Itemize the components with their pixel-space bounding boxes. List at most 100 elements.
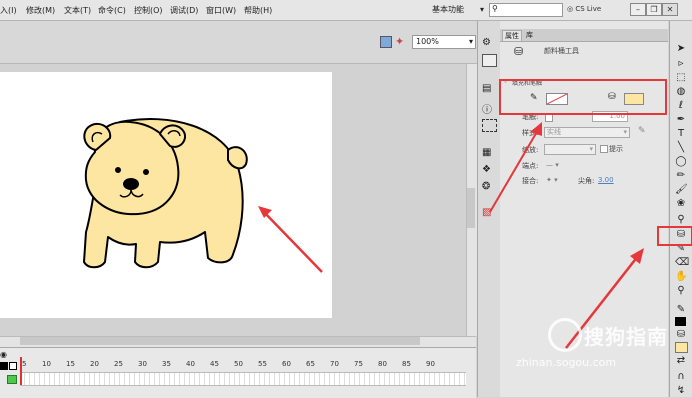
frame-number: 75 <box>354 360 363 368</box>
free-transform-tool-icon[interactable]: ⬚ <box>675 72 687 83</box>
restore-icon[interactable]: ❐ <box>646 3 662 16</box>
close-icon[interactable]: ✕ <box>662 3 678 16</box>
frame-cells[interactable] <box>20 372 466 386</box>
fill-color-tool-icon[interactable]: ⛁ <box>675 329 687 340</box>
playhead[interactable] <box>20 357 22 385</box>
properties-tabs: 属性 库 <box>500 29 668 42</box>
annotation-highlight-box <box>657 226 692 246</box>
menu-debug[interactable]: 调试(D) <box>170 5 198 16</box>
search-input[interactable]: ⚲ <box>489 3 563 17</box>
3d-rotation-tool-icon[interactable]: ◍ <box>675 86 687 97</box>
grid-icon[interactable] <box>482 54 497 67</box>
frame-number: 70 <box>330 360 339 368</box>
tab-library[interactable]: 库 <box>524 30 535 40</box>
pen-tool-icon[interactable]: ✒ <box>675 114 687 125</box>
layer-color-icon <box>7 375 17 384</box>
annotation-highlight-box <box>499 79 667 115</box>
zoom-select[interactable]: 100% ▾ <box>412 35 476 49</box>
eye-icon[interactable]: ◉ <box>0 350 7 359</box>
chevron-down-icon: ▾ <box>623 128 627 136</box>
menu-control[interactable]: 控制(O) <box>134 5 163 16</box>
chevron-down-icon: ▾ <box>479 5 484 14</box>
rectangle-tool-icon[interactable]: ◯ <box>675 156 687 167</box>
edit-stroke-style-icon[interactable]: ✎ <box>638 126 646 136</box>
line-tool-icon[interactable]: ╲ <box>675 142 687 153</box>
style-select[interactable]: 实线 ▾ <box>544 127 630 138</box>
minimize-icon[interactable]: – <box>630 3 646 16</box>
chevron-down-icon: ▾ <box>589 145 593 153</box>
tool-name: 颜料桶工具 <box>544 47 579 55</box>
brush-tool-icon[interactable]: 🖌 <box>675 184 688 195</box>
frame-number: 80 <box>378 360 387 368</box>
stroke-color-tool-icon[interactable]: ✎ <box>675 304 687 315</box>
stage[interactable] <box>0 72 332 318</box>
align-icon[interactable]: ▤ <box>482 83 495 94</box>
vertical-scroll-thumb[interactable] <box>467 188 475 228</box>
menu-insert[interactable]: 入(I) <box>0 5 17 16</box>
menu-text[interactable]: 文本(T) <box>64 5 91 16</box>
horizontal-scroll-thumb[interactable] <box>20 337 420 345</box>
stroke-color-well[interactable] <box>675 317 686 326</box>
tools-panel: ➤ ▹ ⬚ ◍ ℓ ✒ T ╲ ◯ ✏ 🖌 ❀ ⚲ ⛁ ✎ ⌫ ✋ ⚲ ✎ ⛁ … <box>669 21 692 397</box>
frame-number: 55 <box>258 360 267 368</box>
lock-icon[interactable] <box>0 362 8 370</box>
workspace-label: 基本功能 <box>432 5 464 14</box>
info-icon[interactable]: ⓘ <box>482 101 495 116</box>
subselection-tool-icon[interactable]: ▹ <box>675 58 687 69</box>
zoom-tool-icon[interactable]: ⚲ <box>675 285 687 296</box>
frame-number: 35 <box>162 360 171 368</box>
frame-number: 60 <box>282 360 291 368</box>
zoom-value: 100% <box>416 37 439 46</box>
miter-label: 尖角: <box>578 177 595 185</box>
cs-live-button[interactable]: ◎ CS Live <box>567 5 601 13</box>
menu-modify[interactable]: 修改(M) <box>26 5 55 16</box>
snap-icon[interactable]: ∩ <box>675 371 687 382</box>
tools-icon[interactable]: ⚙ <box>482 37 495 48</box>
edit-scene-icon[interactable]: ✦ <box>395 35 404 48</box>
workspace-switcher[interactable]: 基本功能 ▾ <box>432 3 484 16</box>
deco-tool-icon[interactable]: ❀ <box>675 198 687 209</box>
pencil-tool-icon[interactable]: ✏ <box>675 170 687 181</box>
text-tool-icon[interactable]: T <box>675 128 687 139</box>
tab-properties[interactable]: 属性 <box>502 30 522 41</box>
eraser-tool-icon[interactable]: ⌫ <box>675 257 689 268</box>
bone-tool-icon[interactable]: ⚲ <box>675 214 687 225</box>
swap-colors-icon[interactable]: ⇄ <box>675 355 687 366</box>
hand-tool-icon[interactable]: ✋ <box>675 271 687 282</box>
bear-illustration <box>83 118 248 269</box>
lasso-tool-icon[interactable]: ℓ <box>675 100 687 111</box>
search-icon: ⚲ <box>492 4 498 13</box>
edit-symbols-icon[interactable] <box>380 36 392 48</box>
selection-tool-icon[interactable]: ➤ <box>675 43 687 54</box>
frame-number: 85 <box>402 360 411 368</box>
watermark-url: zhinan.sogou.com <box>516 356 617 369</box>
frame-number: 10 <box>42 360 51 368</box>
annotation-arrow <box>489 122 542 213</box>
frame-ruler: 5 10 15 20 25 30 35 40 45 50 55 60 65 70… <box>20 360 466 372</box>
paint-bucket-icon: ⛁ <box>514 45 524 58</box>
frame-number: 30 <box>138 360 147 368</box>
sogou-logo <box>548 318 582 352</box>
smooth-icon[interactable]: ↯ <box>675 385 687 396</box>
menu-help[interactable]: 帮助(H) <box>244 5 272 16</box>
frame-number: 65 <box>306 360 315 368</box>
frame-number: 5 <box>22 360 27 368</box>
frame-number: 50 <box>234 360 243 368</box>
frame-number: 20 <box>90 360 99 368</box>
outline-icon[interactable] <box>9 362 17 370</box>
cs-live-icon: ◎ <box>567 5 574 13</box>
hint-label: 提示 <box>609 145 623 153</box>
menu-window[interactable]: 窗口(W) <box>206 5 236 16</box>
scale-select[interactable]: ▾ <box>544 144 596 155</box>
watermark-text: 搜狗指南 <box>584 325 668 349</box>
fill-color-well[interactable] <box>675 342 688 353</box>
hint-checkbox[interactable] <box>600 145 608 153</box>
stage-toolbar: ✦ 100% ▾ <box>0 21 478 64</box>
annotation-arrow <box>258 206 323 273</box>
frame-number: 45 <box>210 360 219 368</box>
chevron-down-icon: ▾ <box>468 37 473 46</box>
miter-value[interactable]: 3.00 <box>598 176 614 184</box>
frame-number: 90 <box>426 360 435 368</box>
frame-number: 40 <box>186 360 195 368</box>
menu-commands[interactable]: 命令(C) <box>98 5 126 16</box>
